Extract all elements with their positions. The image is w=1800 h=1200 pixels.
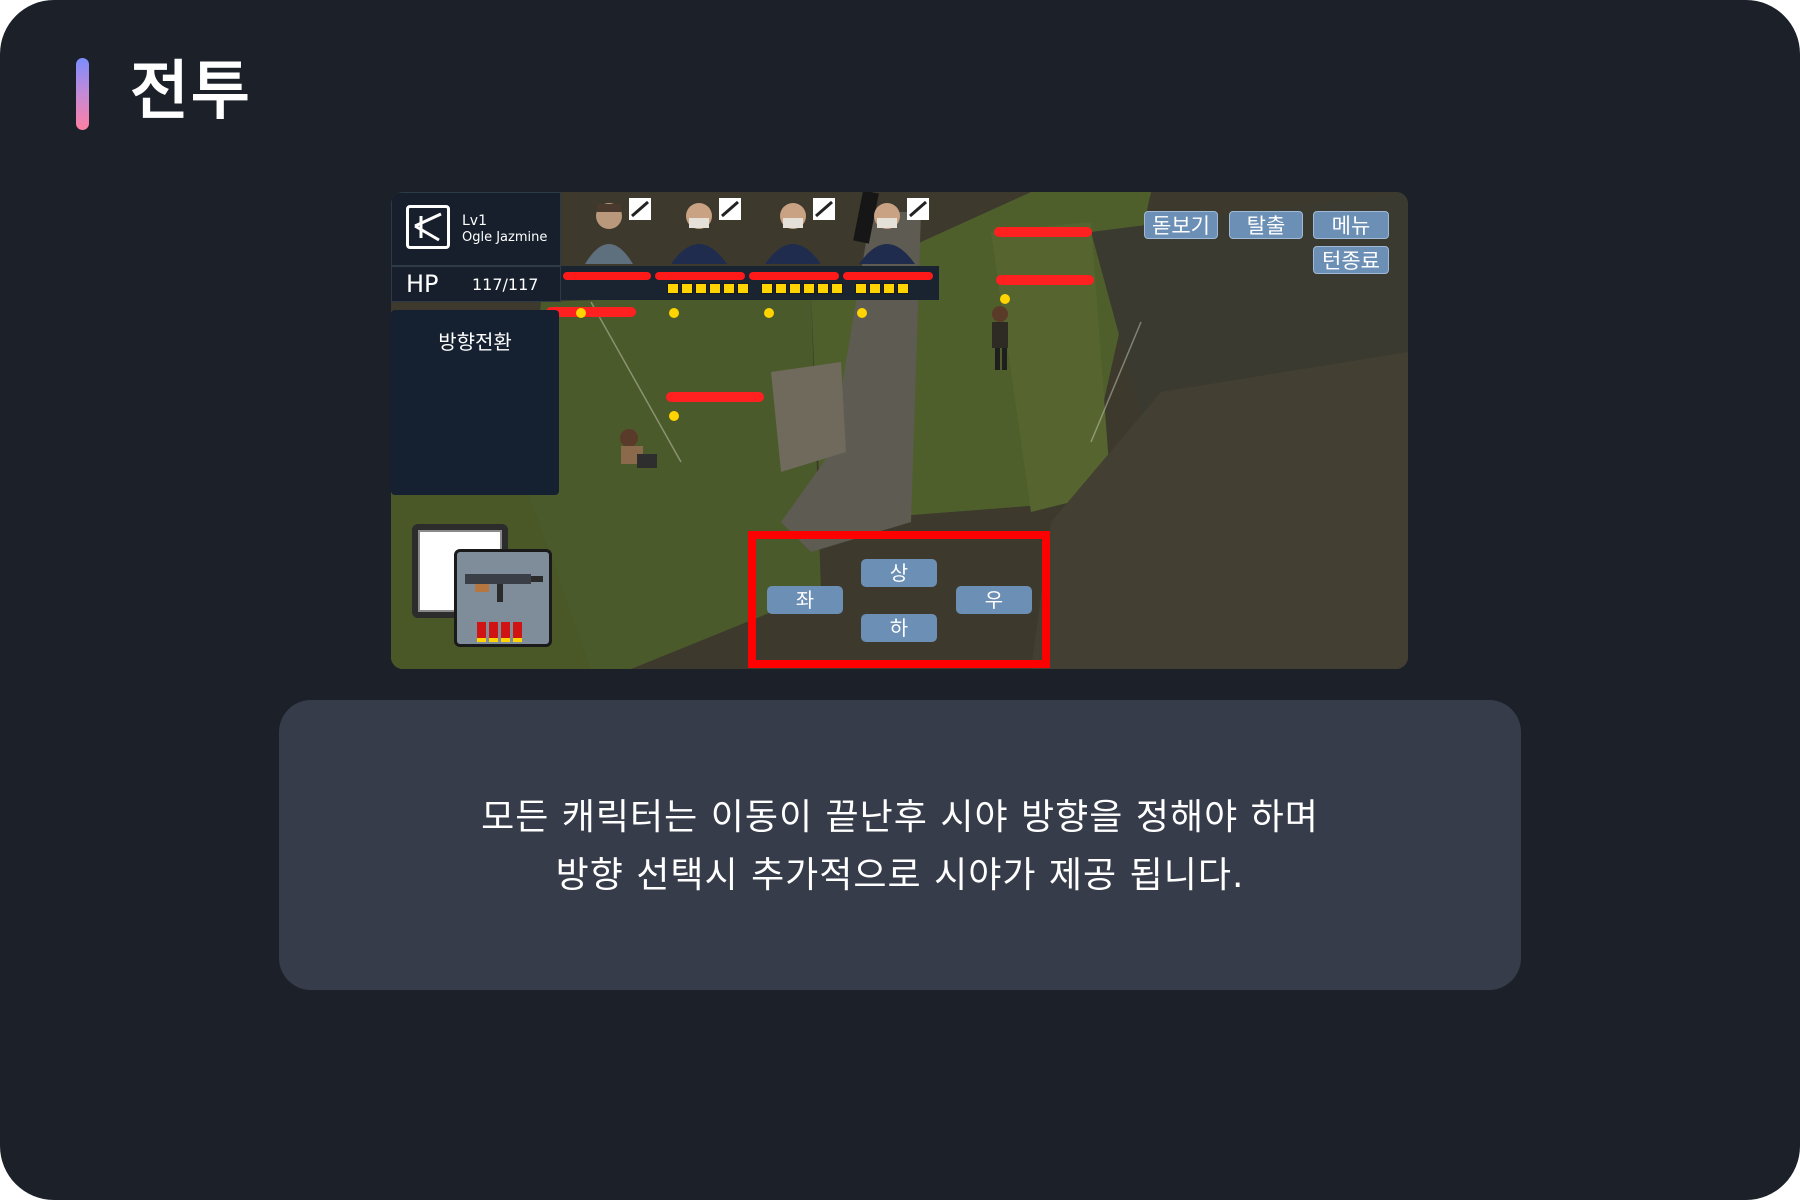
ammo-pip xyxy=(855,283,867,294)
hp-value: 117/117 xyxy=(472,275,539,294)
ammo-pip xyxy=(897,283,909,294)
ammo-pip xyxy=(789,283,801,294)
zoom-button[interactable]: 돋보기 xyxy=(1144,211,1218,239)
weapon-ammo-shell xyxy=(501,622,510,642)
description-line-2: 방향 선택시 추가적으로 시야가 제공 됩니다. xyxy=(555,855,1245,896)
ammo-pip xyxy=(737,283,749,294)
hp-label: HP xyxy=(406,270,439,298)
rifle-icon xyxy=(406,205,450,249)
direction-change-title: 방향전환 xyxy=(438,330,512,354)
ammo-pip xyxy=(709,283,721,294)
ammo-pip xyxy=(883,283,895,294)
menu-button[interactable]: 메뉴 xyxy=(1313,211,1389,239)
ammo-pip xyxy=(775,283,787,294)
direction-down-button[interactable]: 하 xyxy=(861,614,937,642)
slide-frame: 전투 Lv1 Ogle Jazmine HP 117/117 방향전환 돋보기 … xyxy=(0,0,1800,1200)
description-line-1: 모든 캐릭터는 이동이 끝난후 시야 방향을 정해야 하며 xyxy=(481,797,1319,838)
direction-change-panel: 방향전환 xyxy=(391,310,559,495)
ammo-pip xyxy=(869,283,881,294)
ammo-pip xyxy=(681,283,693,294)
description-box: 모든 캐릭터는 이동이 끝난후 시야 방향을 정해야 하며 방향 선택시 추가적… xyxy=(279,700,1521,990)
ammo-pip xyxy=(803,283,815,294)
ammo-pip xyxy=(817,283,829,294)
ammo-pip xyxy=(831,283,843,294)
direction-right-button[interactable]: 우 xyxy=(956,586,1032,614)
direction-up-button[interactable]: 상 xyxy=(861,559,937,587)
ammo-pip xyxy=(695,283,707,294)
game-screenshot: Lv1 Ogle Jazmine HP 117/117 방향전환 돋보기 탈출 … xyxy=(391,192,1408,669)
weapon-ammo-shell xyxy=(513,622,522,642)
team-portrait[interactable] xyxy=(753,194,841,264)
ammo-pip xyxy=(761,283,773,294)
end-turn-button[interactable]: 턴종료 xyxy=(1313,246,1389,274)
title-accent-bar xyxy=(76,58,89,130)
weapon-ammo-shell xyxy=(489,622,498,642)
escape-button[interactable]: 탈출 xyxy=(1229,211,1303,239)
team-portrait[interactable] xyxy=(659,194,747,264)
hp-row: HP 117/117 xyxy=(391,266,561,302)
team-portrait[interactable] xyxy=(569,194,657,264)
ammo-pip xyxy=(723,283,735,294)
page-title: 전투 xyxy=(130,55,252,129)
ammo-pip xyxy=(667,283,679,294)
character-card[interactable]: Lv1 Ogle Jazmine xyxy=(391,192,561,266)
primary-weapon-card[interactable] xyxy=(454,549,552,647)
weapon-ammo-shell xyxy=(477,622,486,642)
team-portrait[interactable] xyxy=(847,194,935,264)
character-name: Ogle Jazmine xyxy=(462,230,548,245)
submachine-gun-icon xyxy=(465,574,543,602)
character-level: Lv1 xyxy=(462,213,487,229)
direction-left-button[interactable]: 좌 xyxy=(767,586,843,614)
